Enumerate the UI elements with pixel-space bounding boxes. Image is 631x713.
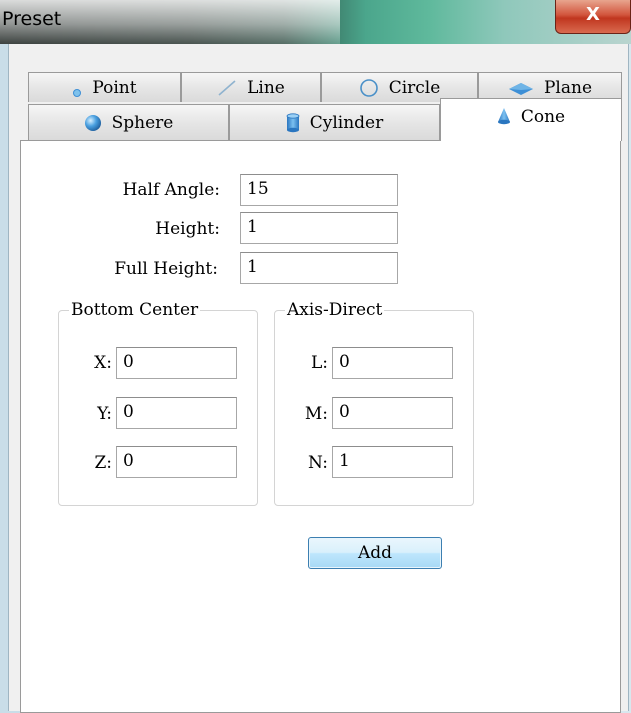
half-angle-label: Half Angle:	[122, 180, 220, 200]
plane-icon	[508, 81, 534, 95]
title-bar[interactable]: Preset X	[0, 0, 631, 44]
close-icon: X	[586, 4, 600, 25]
half-angle-field[interactable]: 15	[240, 174, 398, 206]
tab-sphere-label: Sphere	[111, 112, 174, 133]
y-field[interactable]: 0	[116, 397, 237, 429]
tab-circle-label: Circle	[388, 77, 441, 98]
window-title: Preset	[2, 8, 62, 30]
height-field[interactable]: 1	[240, 212, 398, 244]
cylinder-icon	[286, 112, 300, 133]
m-field[interactable]: 0	[332, 397, 453, 429]
full-height-field[interactable]: 1	[240, 252, 398, 284]
point-icon	[72, 83, 82, 97]
tab-cone[interactable]: Cone	[440, 98, 622, 141]
y-label: Y:	[97, 404, 112, 424]
tab-cylinder[interactable]: Cylinder	[229, 104, 440, 140]
z-label: Z:	[94, 453, 112, 473]
m-label: M:	[304, 404, 328, 424]
tab-line-label: Line	[247, 77, 285, 98]
full-height-label: Full Height:	[114, 259, 218, 279]
tab-line[interactable]: Line	[181, 72, 321, 102]
bottom-center-legend: Bottom Center	[71, 300, 199, 320]
tab-cone-label: Cone	[520, 107, 566, 127]
add-button[interactable]: Add	[308, 537, 442, 569]
tab-sphere[interactable]: Sphere	[28, 104, 229, 140]
circle-icon	[359, 78, 379, 98]
axis-direct-legend: Axis-Direct	[287, 300, 383, 320]
add-button-label: Add	[357, 543, 393, 563]
l-label: L:	[310, 353, 328, 373]
close-button[interactable]: X	[555, 0, 631, 34]
height-label: Height:	[155, 219, 220, 239]
tab-point[interactable]: Point	[28, 72, 181, 102]
tab-plane-label: Plane	[543, 77, 593, 98]
line-icon	[217, 79, 237, 97]
tab-point-label: Point	[92, 77, 137, 98]
n-label: N:	[308, 453, 328, 473]
cone-icon	[497, 107, 511, 125]
x-field[interactable]: 0	[116, 347, 237, 379]
tab-cylinder-label: Cylinder	[309, 112, 384, 133]
x-label: X:	[94, 353, 112, 373]
l-field[interactable]: 0	[332, 347, 453, 379]
sphere-icon	[84, 114, 102, 132]
z-field[interactable]: 0	[116, 446, 237, 478]
n-field[interactable]: 1	[332, 446, 453, 478]
